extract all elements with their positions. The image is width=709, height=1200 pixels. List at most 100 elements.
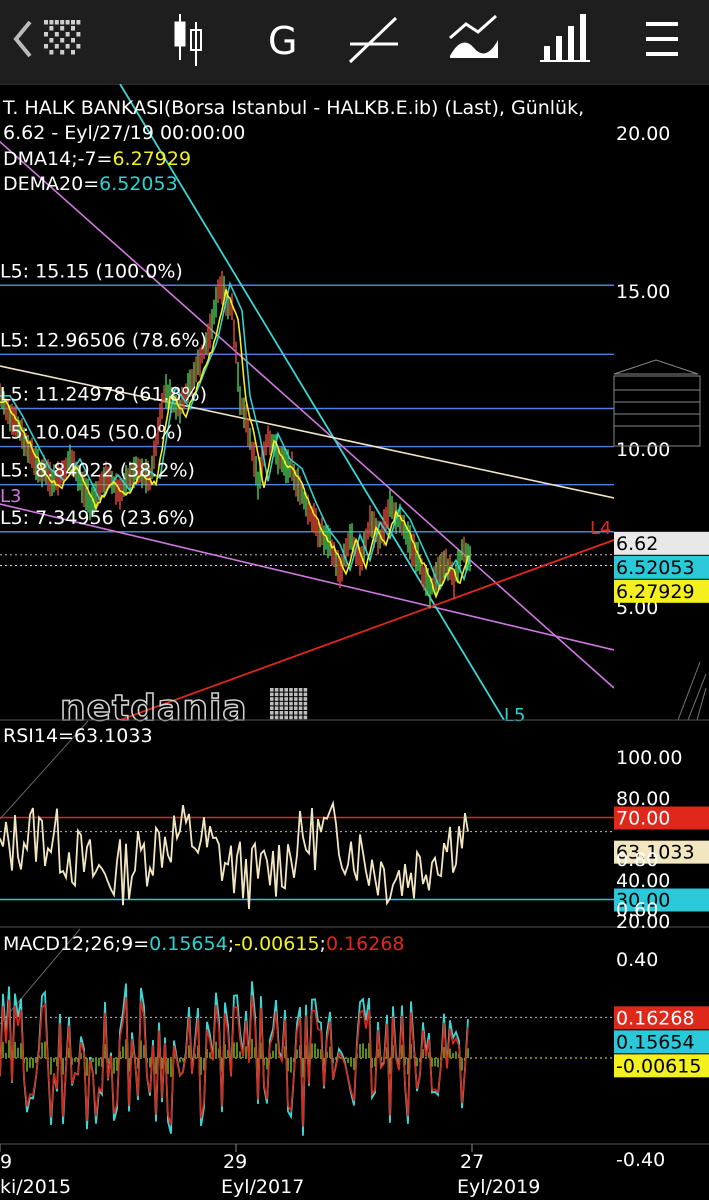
grid-logo-cell bbox=[44, 44, 48, 49]
bar-chart-icon[interactable] bbox=[540, 14, 590, 62]
grid-logo-cell bbox=[44, 32, 48, 37]
indicator-wave-icon[interactable] bbox=[449, 14, 498, 58]
netdania-logo-cell bbox=[289, 688, 293, 692]
dma-value: 6.27929 bbox=[112, 148, 191, 170]
grid-logo-cell bbox=[71, 38, 75, 43]
l3-label: L3 bbox=[0, 486, 21, 507]
netdania-logo-cell bbox=[298, 706, 303, 710]
macd-tick-label: 0.80 bbox=[616, 849, 658, 871]
candlestick-icon[interactable] bbox=[174, 14, 202, 66]
netdania-logo-cell bbox=[274, 697, 279, 701]
grid-logo-cell bbox=[54, 20, 59, 25]
grid-logo-cell bbox=[49, 38, 54, 43]
netdania-logo-cell bbox=[294, 706, 298, 710]
grid-logo-cell bbox=[60, 20, 65, 25]
netdania-logo-cell bbox=[284, 711, 288, 715]
resize-corner-icon[interactable] bbox=[677, 661, 707, 721]
fib-level-label: L5: 12.96506 (78.6%) bbox=[0, 329, 207, 351]
grid-logo-cell bbox=[71, 26, 75, 31]
l4-label: L4 bbox=[590, 518, 611, 539]
grid-logo-cell bbox=[49, 26, 54, 31]
netdania-logo-cell bbox=[303, 692, 308, 697]
grid-logo-cell bbox=[49, 20, 54, 25]
grid-logo-cell bbox=[76, 20, 81, 25]
netdania-logo-icon bbox=[270, 688, 308, 720]
rsi-badge-text: 70.00 bbox=[616, 808, 670, 830]
grid-logo-cell bbox=[60, 38, 65, 43]
netdania-logo-cell bbox=[284, 697, 288, 701]
back-icon[interactable] bbox=[13, 20, 32, 58]
macd-badge-text: 0.16268 bbox=[616, 1007, 695, 1029]
netdania-logo-cell bbox=[294, 711, 298, 715]
dma-label: DMA14;-7=6.27929 bbox=[3, 148, 191, 170]
price-badge-text: 6.27929 bbox=[616, 581, 695, 603]
netdania-logo-cell bbox=[298, 711, 303, 715]
x-axis: 9 29 27 ki/2015 Eyl/2017 Eyl/2019 bbox=[0, 1144, 540, 1198]
netdania-logo-cell bbox=[274, 706, 279, 710]
netdania-logo-cell bbox=[274, 711, 279, 715]
fib-level-label: L5: 15.15 (100.0%) bbox=[0, 260, 183, 282]
netdania-logo-cell bbox=[303, 706, 308, 710]
netdania-logo-cell bbox=[303, 688, 308, 692]
toolbar-icons: G bbox=[13, 14, 678, 66]
grid-logo-cell bbox=[54, 32, 59, 37]
netdania-logo-cell bbox=[274, 688, 279, 692]
price-panel: 20.0015.0010.005.00 6.626.520536.27929 L… bbox=[0, 84, 709, 730]
rsi-line bbox=[0, 800, 469, 910]
grid-logo-cell bbox=[65, 32, 70, 37]
netdania-logo-cell bbox=[284, 715, 288, 720]
macd-title: MACD12;26;9=0.15654;-0.00615;0.16268 bbox=[3, 933, 405, 955]
price-badge-text: 6.62 bbox=[616, 533, 658, 555]
grid-logo-cell bbox=[71, 50, 75, 55]
netdania-logo-cell bbox=[279, 692, 284, 697]
x-day-label: 27 bbox=[460, 1151, 484, 1173]
netdania-logo-cell bbox=[303, 711, 308, 715]
g-label[interactable]: G bbox=[268, 19, 297, 63]
netdania-logo-cell bbox=[274, 701, 279, 706]
netdania-logo-cell bbox=[303, 715, 308, 720]
macd-tick-label: 0.40 bbox=[616, 949, 658, 971]
chart-date: 6.62 - Eyl/27/19 00:00:00 bbox=[3, 122, 245, 144]
macd-tick-label: -0.40 bbox=[616, 1149, 665, 1171]
chart-title: T. HALK BANKASI(Borsa Istanbul - HALKB.E… bbox=[2, 97, 584, 119]
grid-logo-cell bbox=[60, 26, 65, 31]
netdania-logo-cell bbox=[270, 711, 274, 715]
netdania-logo-cell bbox=[270, 706, 274, 710]
macd-tick-label: 0.60 bbox=[616, 899, 658, 921]
netdania-logo-cell bbox=[303, 701, 308, 706]
x-day-label: 29 bbox=[223, 1151, 247, 1173]
grid-logo-cell bbox=[76, 32, 81, 37]
macd-badge-text: -0.00615 bbox=[616, 1055, 701, 1077]
netdania-logo-cell bbox=[298, 715, 303, 720]
scroll-handle-icon[interactable] bbox=[613, 359, 701, 447]
menu-icon[interactable] bbox=[646, 22, 678, 56]
dema-value: 6.52053 bbox=[99, 173, 178, 195]
grid-logo-cell bbox=[49, 50, 54, 55]
price-tick-label: 10.00 bbox=[616, 439, 670, 461]
netdania-logo-cell bbox=[270, 688, 274, 692]
netdania-logo-cell bbox=[289, 711, 293, 715]
grid-logo-cell bbox=[44, 20, 48, 25]
netdania-logo-cell bbox=[279, 701, 284, 706]
fib-level-label: L5: 8.84022 (38.2%) bbox=[0, 460, 195, 482]
price-tick-label: 15.00 bbox=[616, 281, 670, 303]
netdania-logo-cell bbox=[294, 715, 298, 720]
grid-logo-cell bbox=[71, 20, 75, 25]
grid-logo-icon bbox=[44, 20, 81, 55]
netdania-logo-cell bbox=[279, 706, 284, 710]
chart-area[interactable]: 20.0015.0010.005.00 6.626.520536.27929 L… bbox=[0, 84, 709, 1200]
drawing-line-icon[interactable] bbox=[348, 16, 398, 64]
netdania-logo-cell bbox=[294, 701, 298, 706]
netdania-logo-cell bbox=[284, 692, 288, 697]
l5-label: L5 bbox=[504, 705, 525, 726]
netdania-logo-cell bbox=[274, 692, 279, 697]
netdania-logo-cell bbox=[279, 711, 284, 715]
netdania-logo-cell bbox=[298, 701, 303, 706]
netdania-logo-cell bbox=[284, 701, 288, 706]
netdania-logo-cell bbox=[289, 706, 293, 710]
toolbar: G bbox=[0, 0, 709, 85]
fib-level-label: L5: 7.34956 (23.6%) bbox=[0, 507, 195, 529]
netdania-logo-cell bbox=[294, 688, 298, 692]
magenta-upper-trendline bbox=[0, 140, 614, 689]
macd-hist-value: 0.16268 bbox=[326, 933, 405, 955]
